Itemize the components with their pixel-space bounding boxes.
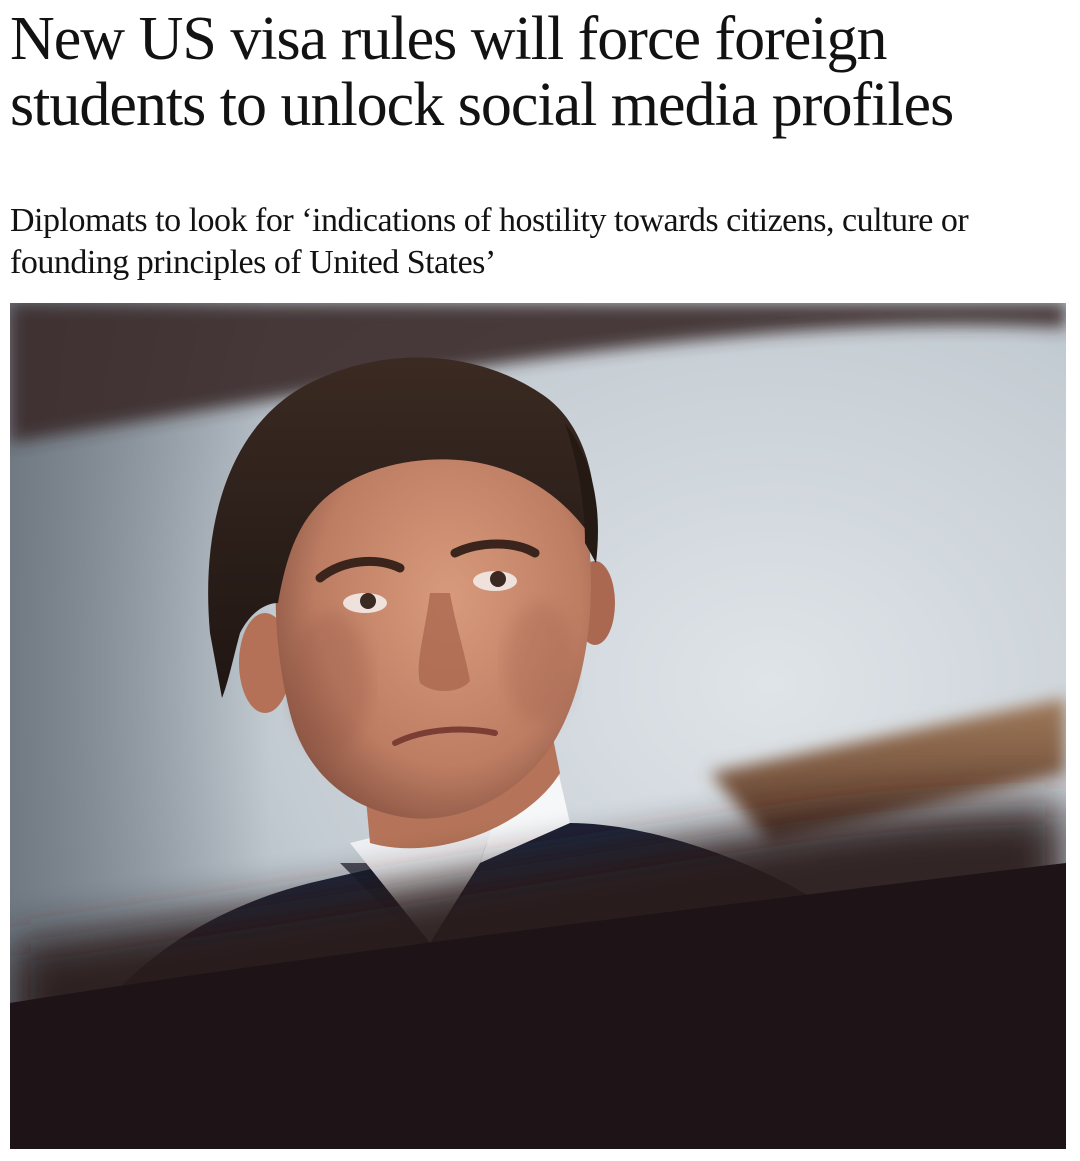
article-lead-photo [10,303,1066,1149]
article-standfirst: Diplomats to look for ‘indications of ho… [10,202,969,281]
article-headline: New US visa rules will force foreign stu… [10,5,954,139]
lead-photo-illustration [10,303,1066,1149]
